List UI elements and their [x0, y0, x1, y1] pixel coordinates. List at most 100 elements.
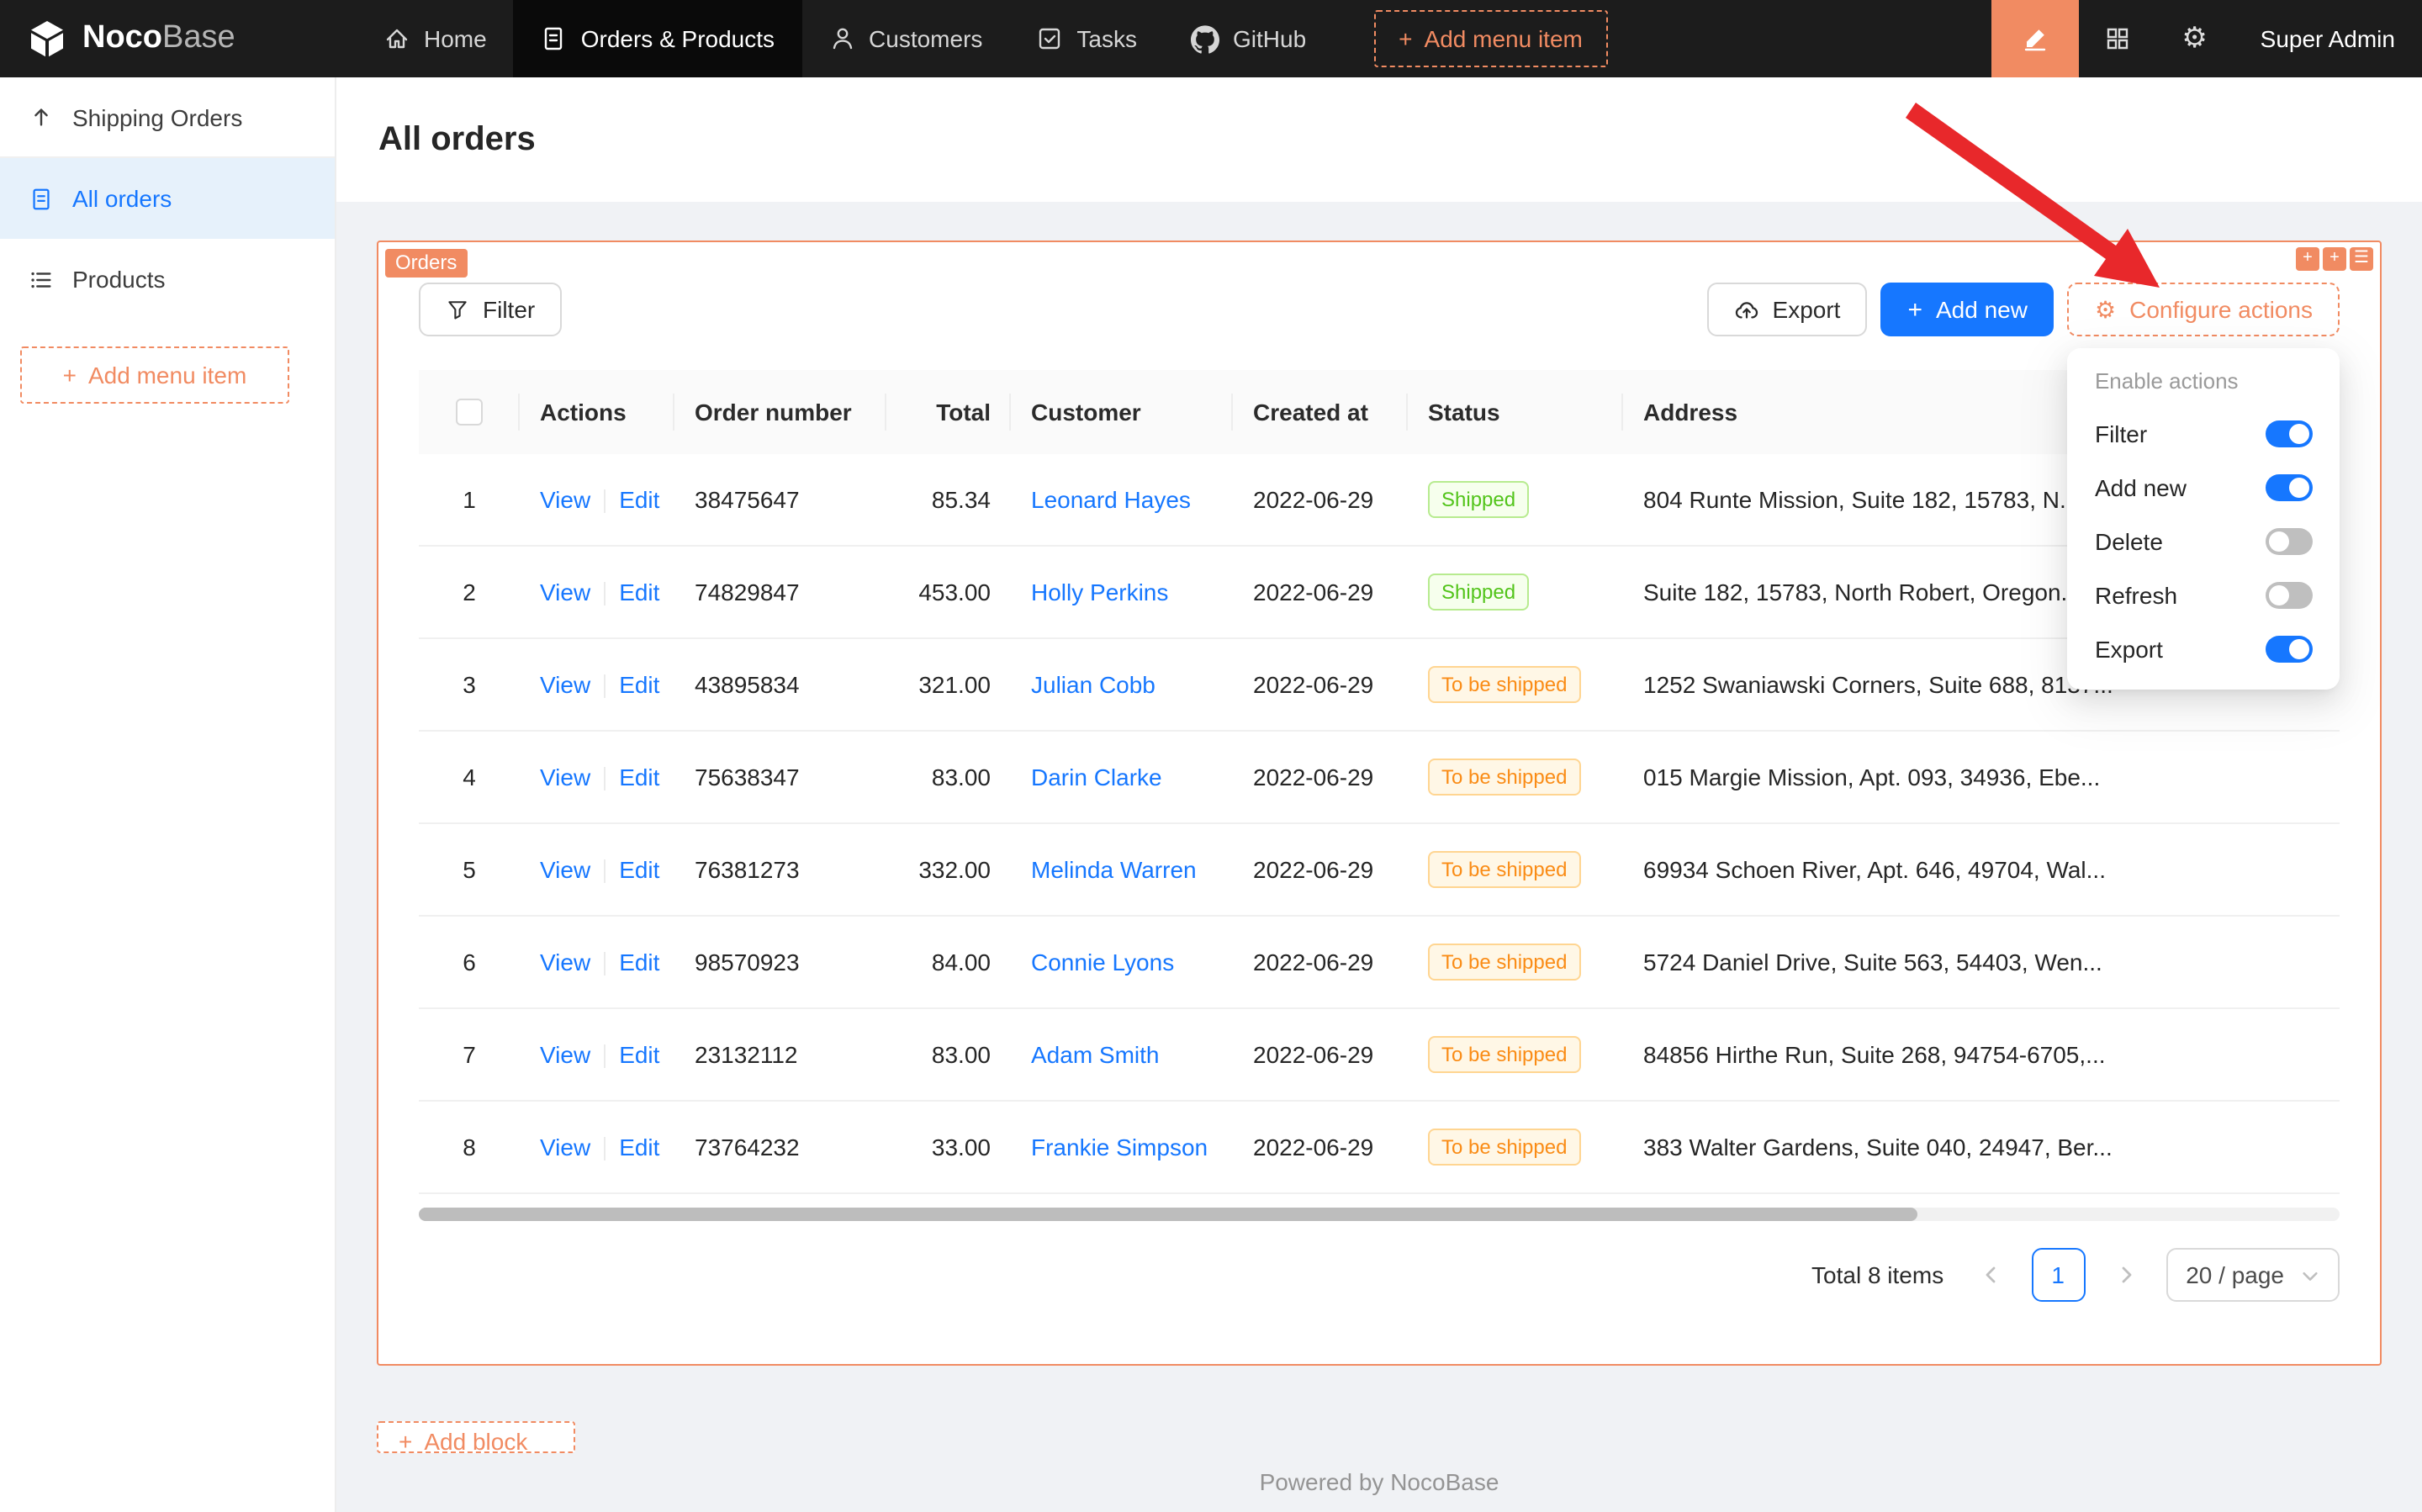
- cell-address: 383 Walter Gardens, Suite 040, 24947, Be…: [1623, 1134, 2340, 1160]
- customer-link[interactable]: Darin Clarke: [1031, 764, 1162, 790]
- view-link[interactable]: View: [540, 486, 590, 513]
- view-link[interactable]: View: [540, 579, 590, 605]
- dropdown-item-label: Filter: [2095, 420, 2147, 447]
- customer-link[interactable]: Adam Smith: [1031, 1041, 1160, 1068]
- view-link[interactable]: View: [540, 1134, 590, 1160]
- view-link[interactable]: View: [540, 949, 590, 975]
- cell-total: 85.34: [886, 486, 1011, 513]
- add-new-button[interactable]: + Add new: [1880, 283, 2054, 336]
- row-actions: View Edit: [520, 1041, 674, 1069]
- toggle-switch[interactable]: [2266, 636, 2313, 663]
- add-block-button[interactable]: + Add block: [377, 1421, 575, 1453]
- filter-button[interactable]: Filter: [419, 283, 562, 336]
- plus-icon: +: [399, 1428, 412, 1453]
- cell-customer: Connie Lyons: [1011, 949, 1233, 975]
- gear-icon: ⚙: [2095, 298, 2116, 321]
- brand-logo[interactable]: NocoBase: [0, 0, 357, 77]
- view-link[interactable]: View: [540, 764, 590, 790]
- edit-link[interactable]: Edit: [619, 856, 659, 883]
- select-all-checkbox[interactable]: [456, 399, 483, 426]
- cell-address: 015 Margie Mission, Apt. 093, 34936, Ebe…: [1623, 764, 2340, 790]
- nav-item-home[interactable]: Home: [357, 0, 514, 77]
- orders-block: Orders + + ☰ Filter Export + Ad: [377, 241, 2382, 1366]
- chevron-down-icon: [2301, 1266, 2319, 1284]
- cell-customer: Adam Smith: [1011, 1041, 1233, 1068]
- page-header: All orders: [336, 77, 2422, 202]
- row-index: 3: [419, 671, 520, 698]
- add-menu-item-button-top[interactable]: + Add menu item: [1373, 10, 1608, 67]
- toggle-switch[interactable]: [2266, 474, 2313, 501]
- ui-editor-button[interactable]: [1991, 0, 2079, 77]
- cell-status: Shipped: [1408, 481, 1623, 518]
- customer-link[interactable]: Frankie Simpson: [1031, 1134, 1208, 1160]
- customer-link[interactable]: Holly Perkins: [1031, 579, 1168, 605]
- plus-square-icon[interactable]: +: [2323, 247, 2346, 271]
- header-customer: Customer: [1011, 370, 1233, 454]
- edit-link[interactable]: Edit: [619, 1134, 659, 1160]
- status-badge: To be shipped: [1428, 1129, 1580, 1166]
- edit-link[interactable]: Edit: [619, 579, 659, 605]
- table-row: 6 ViewEdit 98570923 84.00 Connie Lyons 2…: [419, 917, 2340, 1009]
- table-row: 8 ViewEdit 73764232 33.00 Frankie Simpso…: [419, 1102, 2340, 1194]
- plus-square-icon[interactable]: +: [2296, 247, 2319, 271]
- cell-customer: Frankie Simpson: [1011, 1134, 1233, 1160]
- sidebar: Shipping Orders All orders Products + Ad…: [0, 77, 336, 1512]
- edit-link[interactable]: Edit: [619, 671, 659, 698]
- dropdown-item-label: Export: [2095, 636, 2163, 663]
- dropdown-item[interactable]: Add new: [2075, 461, 2333, 515]
- nav-item-tasks[interactable]: Tasks: [1009, 0, 1164, 77]
- dropdown-item[interactable]: Refresh: [2075, 568, 2333, 622]
- settings-button[interactable]: ⚙: [2156, 0, 2234, 77]
- arrow-up-icon: [29, 104, 54, 130]
- sidebar-item-products[interactable]: Products: [0, 239, 335, 320]
- customer-link[interactable]: Connie Lyons: [1031, 949, 1174, 975]
- drag-menu-icon[interactable]: ☰: [2350, 247, 2373, 271]
- plus-icon: +: [1907, 297, 1922, 322]
- sidebar-item-all-orders[interactable]: All orders: [0, 158, 335, 239]
- view-link[interactable]: View: [540, 856, 590, 883]
- customer-link[interactable]: Leonard Hayes: [1031, 486, 1191, 513]
- customer-link[interactable]: Melinda Warren: [1031, 856, 1197, 883]
- toggle-switch[interactable]: [2266, 528, 2313, 555]
- edit-link[interactable]: Edit: [619, 486, 659, 513]
- edit-link[interactable]: Edit: [619, 949, 659, 975]
- prev-page-button[interactable]: [1964, 1248, 2017, 1302]
- dropdown-item[interactable]: Export: [2075, 622, 2333, 676]
- dropdown-item[interactable]: Filter: [2075, 407, 2333, 461]
- configure-actions-button[interactable]: ⚙ Configure actions: [2068, 283, 2340, 336]
- status-badge: To be shipped: [1428, 1036, 1580, 1073]
- cell-total: 321.00: [886, 671, 1011, 698]
- table-body: 1 ViewEdit 38475647 85.34 Leonard Hayes …: [419, 454, 2340, 1194]
- export-button[interactable]: Export: [1707, 283, 1868, 336]
- nav-item-customers[interactable]: Customers: [801, 0, 1009, 77]
- next-page-button[interactable]: [2098, 1248, 2152, 1302]
- plugins-grid-button[interactable]: [2079, 0, 2156, 77]
- edit-link[interactable]: Edit: [619, 1041, 659, 1068]
- view-link[interactable]: View: [540, 1041, 590, 1068]
- header-total: Total: [886, 370, 1011, 454]
- edit-link[interactable]: Edit: [619, 764, 659, 790]
- view-link[interactable]: View: [540, 671, 590, 698]
- filter-label: Filter: [483, 296, 535, 323]
- nav-item-github[interactable]: GitHub: [1164, 0, 1333, 77]
- dropdown-item[interactable]: Delete: [2075, 515, 2333, 568]
- toggle-switch[interactable]: [2266, 420, 2313, 447]
- action-divider: [604, 859, 606, 883]
- customer-link[interactable]: Julian Cobb: [1031, 671, 1155, 698]
- table-row: 4 ViewEdit 75638347 83.00 Darin Clarke 2…: [419, 732, 2340, 824]
- scrollbar-thumb[interactable]: [419, 1208, 1917, 1221]
- nav-item-orders-products[interactable]: Orders & Products: [514, 0, 801, 77]
- page-size-select[interactable]: 20 / page: [2166, 1248, 2340, 1302]
- status-badge: To be shipped: [1428, 944, 1580, 981]
- page-number-button[interactable]: 1: [2031, 1248, 2085, 1302]
- orders-table: Actions Order number Total Customer Crea…: [419, 370, 2340, 1194]
- add-menu-item-button-side[interactable]: + Add menu item: [20, 346, 289, 404]
- header-actions: Actions: [520, 370, 674, 454]
- sidebar-item-label: Shipping Orders: [72, 103, 242, 130]
- nav-label: GitHub: [1233, 25, 1306, 52]
- user-menu[interactable]: Super Admin: [2234, 0, 2422, 77]
- cell-total: 83.00: [886, 1041, 1011, 1068]
- toggle-switch[interactable]: [2266, 582, 2313, 609]
- header-status: Status: [1408, 370, 1623, 454]
- sidebar-item-shipping-orders[interactable]: Shipping Orders: [0, 77, 335, 158]
